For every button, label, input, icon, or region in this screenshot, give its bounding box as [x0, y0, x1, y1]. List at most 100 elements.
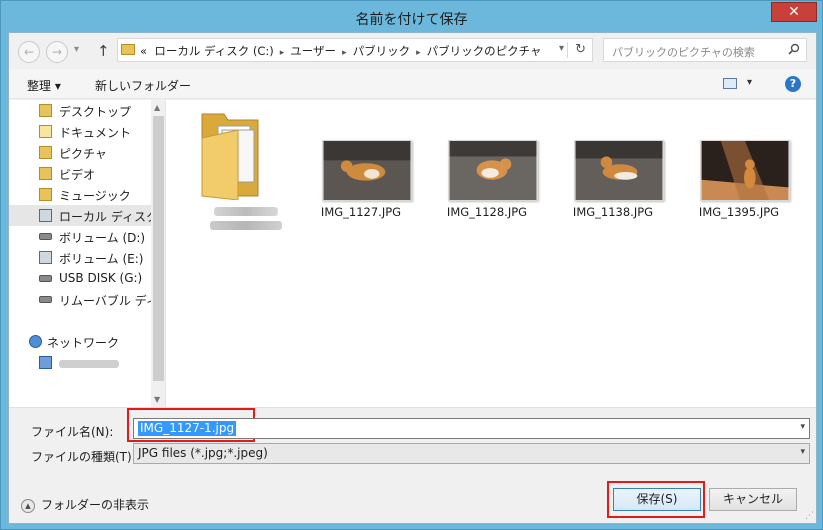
pictures-icon	[39, 146, 52, 159]
divider	[567, 42, 568, 58]
sidebar-item-label: ローカル ディスク (C	[59, 210, 166, 224]
music-icon	[39, 188, 52, 201]
removable-drive-icon	[39, 296, 52, 303]
cancel-button[interactable]: キャンセル	[709, 488, 797, 511]
save-button[interactable]: 保存(S)	[613, 488, 701, 511]
breadcrumb-item[interactable]: ユーザー	[290, 44, 336, 58]
file-name: IMG_1395.JPG	[698, 205, 780, 219]
view-options-icon[interactable]	[723, 78, 737, 89]
sidebar-item-network[interactable]: ネットワーク	[9, 331, 151, 352]
desktop-folder-icon	[39, 104, 52, 117]
breadcrumb-item[interactable]: パブリック	[353, 44, 411, 58]
title-bar[interactable]: 名前を付けて保存 ✕	[1, 1, 822, 33]
close-button[interactable]: ✕	[771, 2, 817, 22]
dialog-client: ← → ▾ ↑ « ローカル ディスク (C:) ▸ ユーザー ▸ パブリック ▸ パブリッ…	[8, 32, 817, 524]
filename-value: IMG_1127-1.jpg	[138, 421, 237, 436]
sidebar-item-label: リムーバブル ディスク	[59, 294, 165, 308]
sidebar-item-desktop[interactable]: デスクトップ	[9, 100, 151, 121]
hdd-icon	[39, 209, 52, 222]
usb-drive-icon	[39, 275, 52, 282]
back-button[interactable]: ←	[18, 41, 40, 63]
folder-icon	[201, 113, 259, 200]
sidebar-item-pictures[interactable]: ピクチャ	[9, 142, 151, 163]
recent-locations-dropdown[interactable]: ▾	[74, 44, 79, 55]
sidebar-item-label: ピクチャ	[59, 147, 107, 161]
sidebar-item-label: ドキュメント	[59, 126, 132, 140]
search-placeholder: パブリックのピクチャの検索	[612, 46, 755, 59]
documents-icon	[39, 125, 52, 138]
image-thumbnail	[574, 140, 664, 201]
new-folder-button[interactable]: 新しいフォルダー	[95, 77, 191, 94]
scroll-down-icon[interactable]: ▼	[154, 395, 160, 404]
hide-folders-button[interactable]: ▲ フォルダーの非表示	[21, 496, 149, 513]
filetype-label: ファイルの種類(T):	[31, 450, 136, 464]
folder-icon	[121, 44, 135, 55]
blurred-folder-name	[214, 207, 278, 216]
drive-icon	[39, 233, 52, 240]
file-name: IMG_1138.JPG	[572, 205, 654, 219]
window-title: 名前を付けて保存	[355, 12, 468, 28]
navigation-pane: デスクトップ ドキュメント ピクチャ ビデオ ミュージック ローカル ディスク …	[9, 100, 166, 407]
breadcrumb-item[interactable]: ローカル ディスク (C:)	[154, 44, 273, 58]
sidebar-item-label: ボリューム (D:)	[59, 231, 146, 245]
filename-input[interactable]: IMG_1127-1.jpg ▾	[133, 418, 810, 439]
scroll-thumb[interactable]	[153, 116, 164, 381]
save-as-dialog: 名前を付けて保存 ✕ ← → ▾ ↑ « ローカル ディスク (C:) ▸ ユーザー…	[0, 0, 823, 530]
network-icon	[29, 335, 42, 348]
refresh-icon[interactable]: ↻	[575, 42, 586, 57]
sidebar-item-volume-d[interactable]: ボリューム (D:)	[9, 226, 151, 247]
sidebar-item-documents[interactable]: ドキュメント	[9, 121, 151, 142]
breadcrumb-separator-icon[interactable]: ▸	[416, 48, 421, 58]
hdd-icon	[39, 251, 52, 264]
navigation-scrollbar[interactable]: ▲ ▼	[151, 100, 165, 407]
help-icon[interactable]: ?	[785, 76, 801, 92]
chevron-down-icon[interactable]: ▾	[800, 447, 805, 457]
address-bar[interactable]: « ローカル ディスク (C:) ▸ ユーザー ▸ パブリック ▸ パブリックのピクチャ ▾…	[117, 38, 593, 62]
breadcrumb: « ローカル ディスク (C:) ▸ ユーザー ▸ パブリック ▸ パブリックのピクチャ	[140, 43, 542, 59]
videos-icon	[39, 167, 52, 180]
sidebar-item-volume-e[interactable]: ボリューム (E:)	[9, 247, 151, 268]
resize-grip-icon[interactable]: ⋰	[805, 511, 814, 521]
view-dropdown-icon[interactable]: ▾	[747, 77, 752, 88]
sidebar-item-label: デスクトップ	[59, 105, 132, 119]
breadcrumb-separator-icon[interactable]: ▸	[342, 48, 347, 58]
sidebar-item-local-disk-c[interactable]: ローカル ディスク (C	[9, 205, 165, 226]
sidebar-item-music[interactable]: ミュージック	[9, 184, 151, 205]
breadcrumb-overflow[interactable]: «	[140, 44, 147, 58]
chevron-down-icon[interactable]: ▾	[800, 422, 805, 432]
image-thumbnail	[700, 140, 790, 201]
address-dropdown-icon[interactable]: ▾	[559, 43, 564, 54]
file-name: IMG_1128.JPG	[446, 205, 528, 219]
sidebar-item-usb-disk-g[interactable]: USB DISK (G:)	[9, 268, 151, 289]
command-toolbar: 整理 ▾ 新しいフォルダー ▾ ?	[9, 69, 816, 99]
sidebar-item-label: ボリューム (E:)	[59, 252, 144, 266]
image-thumbnail	[322, 140, 412, 201]
sidebar-item-label: ビデオ	[59, 168, 96, 182]
blurred-computer-name	[59, 360, 119, 368]
forward-button[interactable]: →	[46, 41, 68, 63]
breadcrumb-item[interactable]: パブリックのピクチャ	[427, 44, 542, 58]
blurred-folder-name	[210, 221, 282, 230]
sidebar-item-videos[interactable]: ビデオ	[9, 163, 151, 184]
sidebar-item-removable-disk[interactable]: リムーバブル ディスク	[9, 289, 165, 310]
breadcrumb-separator-icon[interactable]: ▸	[280, 48, 285, 58]
file-name: IMG_1127.JPG	[320, 205, 402, 219]
save-form: ファイル名(N): IMG_1127-1.jpg ▾ ファイルの種類(T): J…	[9, 407, 816, 523]
image-thumbnail	[448, 140, 538, 201]
filetype-value: JPG files (*.jpg;*.jpeg)	[138, 446, 268, 460]
search-icon[interactable]	[788, 43, 800, 55]
sidebar-item-label: ミュージック	[59, 189, 131, 203]
file-list: IMG_1127.JPG IMG_1128.JPG IMG_1138.JPG I…	[166, 100, 816, 407]
collapse-icon: ▲	[21, 498, 35, 513]
sidebar-item-network-computer[interactable]	[9, 352, 151, 373]
computer-icon	[39, 356, 52, 369]
scroll-up-icon[interactable]: ▲	[154, 103, 160, 112]
filetype-select[interactable]: JPG files (*.jpg;*.jpeg) ▾	[133, 443, 810, 464]
hide-folders-label: フォルダーの非表示	[41, 498, 150, 512]
search-input[interactable]: パブリックのピクチャの検索	[603, 38, 807, 62]
filename-label: ファイル名(N):	[31, 425, 114, 439]
organize-menu-button[interactable]: 整理 ▾	[27, 77, 61, 94]
sidebar-item-label: USB DISK (G:)	[59, 271, 143, 285]
up-button[interactable]: ↑	[97, 42, 110, 60]
sidebar-item-label: ネットワーク	[47, 336, 120, 350]
